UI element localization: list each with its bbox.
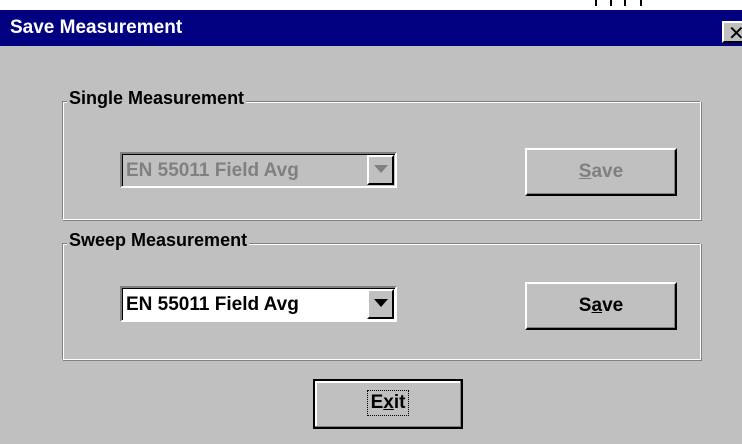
sweep-measurement-group: Sweep Measurement EN 55011 Field Avg Sav… (62, 230, 701, 360)
close-button[interactable]: ✕ (722, 21, 742, 45)
exit-label-prefix: E (370, 392, 384, 413)
single-measurement-select-value: EN 55011 Field Avg (126, 160, 299, 181)
chevron-down-icon (374, 165, 388, 173)
single-measurement-group: Single Measurement EN 55011 Field Avg Sa… (62, 88, 701, 220)
exit-label-mnemonic: x (383, 392, 394, 413)
sweep-save-label-suffix: ve (602, 295, 624, 316)
exit-label-suffix: it (393, 392, 406, 413)
sweep-save-button[interactable]: Save (525, 282, 677, 330)
single-measurement-select[interactable]: EN 55011 Field Avg (120, 152, 397, 188)
sweep-measurement-select-value: EN 55011 Field Avg (126, 294, 299, 315)
close-icon: ✕ (728, 21, 742, 45)
single-save-button[interactable]: Save (525, 148, 677, 196)
top-strip-tick (610, 0, 612, 6)
sweep-measurement-select[interactable]: EN 55011 Field Avg (120, 286, 397, 322)
sweep-measurement-label: Sweep Measurement (67, 230, 250, 251)
sweep-save-label-mnemonic: a (591, 295, 603, 316)
top-strip-tick (624, 0, 626, 6)
sweep-measurement-dropdown-button[interactable] (367, 289, 394, 319)
single-save-label-mnemonic: S (578, 161, 592, 182)
single-measurement-label: Single Measurement (67, 88, 247, 109)
exit-button[interactable]: Exit (313, 379, 463, 429)
single-save-label-suffix: ave (591, 161, 624, 182)
top-strip-tick (640, 0, 642, 6)
top-strip (0, 0, 742, 9)
chevron-down-icon (374, 299, 388, 307)
single-measurement-dropdown-button[interactable] (367, 155, 394, 185)
save-measurement-dialog: Save Measurement ✕ Single Measurement EN… (0, 10, 742, 444)
window-title: Save Measurement (10, 17, 183, 38)
exit-focus-rect: Exit (366, 390, 410, 416)
sweep-save-label-prefix: S (578, 295, 592, 316)
title-bar[interactable]: Save Measurement ✕ (0, 10, 742, 46)
top-strip-tick (595, 0, 597, 6)
